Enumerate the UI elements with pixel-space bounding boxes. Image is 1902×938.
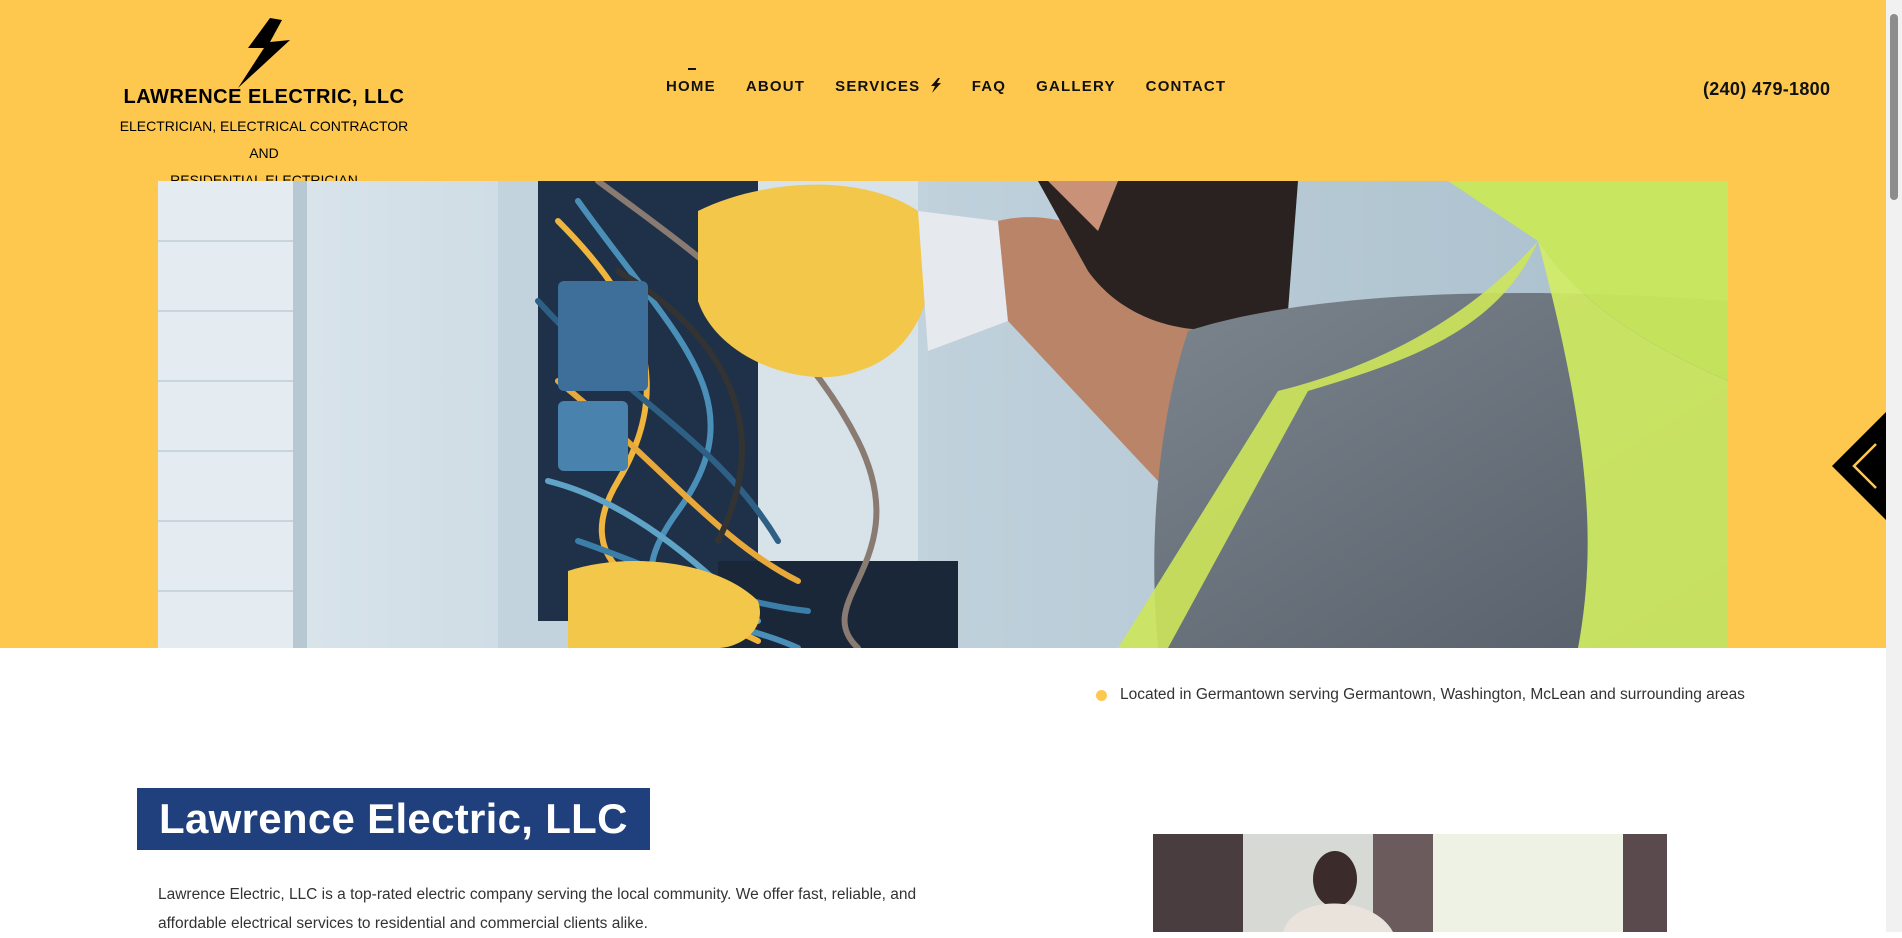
- nav-contact[interactable]: CONTACT: [1146, 78, 1227, 95]
- nav-gallery[interactable]: GALLERY: [1036, 78, 1116, 95]
- service-area-notice: Located in Germantown serving Germantown…: [1096, 686, 1745, 704]
- service-area-text: Located in Germantown serving Germantown…: [1120, 686, 1745, 703]
- hero-image-electrician: [158, 181, 1728, 648]
- nav-about[interactable]: ABOUT: [746, 78, 805, 95]
- main-navigation: HOME ABOUT SERVICES FAQ GALLERY CONTACT: [666, 68, 1256, 95]
- page-scrollbar[interactable]: [1886, 0, 1902, 932]
- nav-services[interactable]: SERVICES: [835, 78, 942, 95]
- nav-faq[interactable]: FAQ: [972, 78, 1006, 95]
- about-paragraph: Lawrence Electric, LLC is a top-rated el…: [158, 886, 917, 932]
- brand-name: LAWRENCE ELECTRIC, LLC: [123, 86, 405, 108]
- scrollbar-thumb[interactable]: [1890, 14, 1898, 200]
- phone-number-link[interactable]: (240) 479-1800: [1703, 79, 1830, 100]
- nav-services-label: SERVICES: [835, 78, 921, 95]
- site-logo[interactable]: LAWRENCE ELECTRIC, LLC ELECTRICIAN, ELEC…: [112, 18, 416, 194]
- location-dot-icon: [1096, 689, 1107, 701]
- about-title-box: Lawrence Electric, LLC: [137, 788, 650, 850]
- lightning-bolt-icon: [238, 18, 290, 88]
- brand-tagline-line1: ELECTRICIAN, ELECTRICAL CONTRACTOR AND: [119, 118, 409, 161]
- slider-prev-arrow-icon[interactable]: [1832, 412, 1886, 520]
- lightning-bolt-icon: [930, 78, 941, 93]
- about-photo: [1153, 834, 1667, 932]
- about-title: Lawrence Electric, LLC: [159, 795, 628, 842]
- nav-home[interactable]: HOME: [666, 68, 716, 95]
